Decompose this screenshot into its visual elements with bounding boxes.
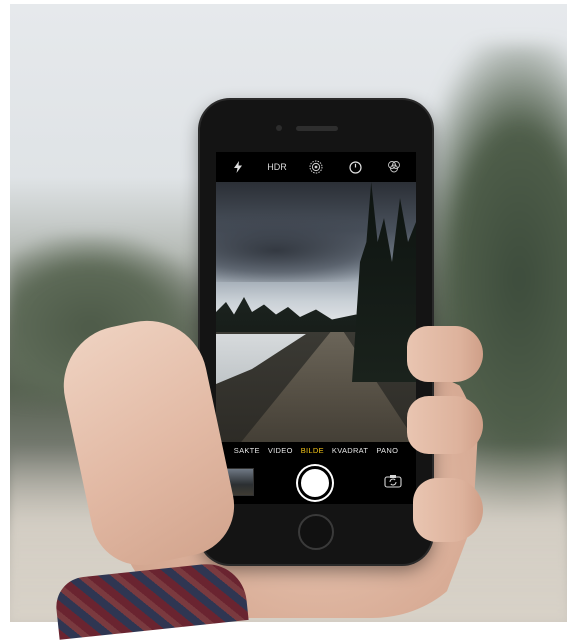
live-photo-icon[interactable] bbox=[306, 157, 326, 177]
hand-finger-ring bbox=[413, 478, 483, 542]
timer-icon[interactable] bbox=[345, 157, 365, 177]
mode-pano[interactable]: PANO bbox=[376, 446, 398, 460]
camera-screen: HDR SAKTE VIDEO BILDE KVADRAT PANO bbox=[216, 152, 416, 504]
hand-finger-middle bbox=[407, 396, 483, 454]
front-camera bbox=[276, 125, 282, 131]
mode-video[interactable]: VIDEO bbox=[268, 446, 293, 460]
home-button[interactable] bbox=[298, 514, 334, 550]
camera-bottom-bar bbox=[216, 462, 416, 504]
camera-mode-selector: SAKTE VIDEO BILDE KVADRAT PANO bbox=[216, 446, 416, 460]
hdr-label: HDR bbox=[267, 162, 287, 172]
camera-top-bar: HDR bbox=[216, 152, 416, 182]
shutter-button[interactable] bbox=[298, 466, 332, 500]
filters-icon[interactable] bbox=[384, 157, 404, 177]
mode-sakte[interactable]: SAKTE bbox=[234, 446, 260, 460]
camera-viewfinder[interactable] bbox=[216, 182, 416, 442]
hand-finger-index bbox=[407, 326, 483, 382]
flash-icon[interactable] bbox=[228, 157, 248, 177]
mode-kvadrat[interactable]: KVADRAT bbox=[332, 446, 368, 460]
hdr-toggle[interactable]: HDR bbox=[267, 157, 287, 177]
mode-bilde[interactable]: BILDE bbox=[301, 446, 324, 460]
switch-camera-icon[interactable] bbox=[384, 474, 402, 488]
earpiece-speaker bbox=[296, 126, 338, 131]
smartphone: HDR SAKTE VIDEO BILDE KVADRAT PANO bbox=[200, 100, 432, 564]
